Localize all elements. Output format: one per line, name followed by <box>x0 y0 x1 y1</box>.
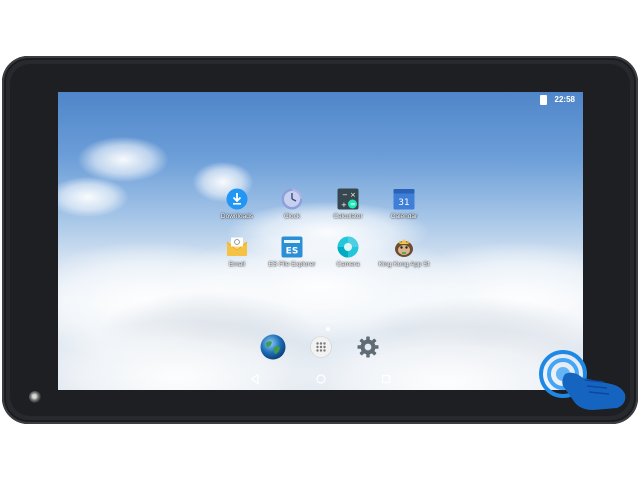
app-king-kong-app-store[interactable]: King Kong App St <box>373 236 435 268</box>
app-label: Downloads <box>220 213 254 220</box>
app-drawer-icon[interactable] <box>310 336 332 358</box>
status-time: 22:58 <box>554 95 575 104</box>
page-indicator <box>326 327 330 331</box>
clock-icon <box>281 188 303 210</box>
download-icon <box>226 188 248 210</box>
app-label: King Kong App St <box>378 261 430 268</box>
svg-text:ES: ES <box>286 247 299 257</box>
navigation-bar <box>58 368 583 390</box>
recents-icon[interactable] <box>379 372 393 386</box>
battery-icon <box>540 95 547 105</box>
es-file-explorer-icon: ES <box>281 236 303 258</box>
settings-gear-icon[interactable] <box>356 335 380 359</box>
home-screen[interactable]: 22:58 Downloads Clock − × + = Calculator… <box>58 92 583 390</box>
app-camera[interactable]: Camera <box>317 236 379 268</box>
calendar-icon: 31 <box>393 188 415 210</box>
browser-globe-icon[interactable] <box>260 334 286 360</box>
svg-text:+: + <box>341 201 347 209</box>
app-label: Clock <box>283 213 301 220</box>
app-label: Camera <box>336 261 360 268</box>
front-camera-icon <box>29 391 41 403</box>
app-label: ES File Explorer <box>268 261 316 268</box>
app-es-file-explorer[interactable]: ES ES File Explorer <box>261 236 323 268</box>
app-label: Email <box>228 261 246 268</box>
calendar-day: 31 <box>398 198 409 208</box>
app-calendar[interactable]: 31 Calendar <box>373 188 435 220</box>
camera-icon <box>337 236 359 258</box>
app-label: Calculator <box>333 213 363 220</box>
svg-text:×: × <box>350 191 356 199</box>
status-bar: 22:58 <box>58 92 583 108</box>
back-icon[interactable] <box>248 372 262 386</box>
app-downloads[interactable]: Downloads <box>206 188 268 220</box>
app-clock[interactable]: Clock <box>261 188 323 220</box>
app-label: Calendar <box>390 213 418 220</box>
svg-text:=: = <box>350 201 356 209</box>
app-email[interactable]: Email <box>206 236 268 268</box>
king-kong-app-store-icon <box>393 236 415 258</box>
touch-gesture-icon <box>533 350 629 412</box>
app-calculator[interactable]: − × + = Calculator <box>317 188 379 220</box>
home-icon[interactable] <box>314 372 328 386</box>
svg-text:−: − <box>342 191 348 199</box>
email-icon <box>226 236 248 258</box>
calculator-icon: − × + = <box>337 188 359 210</box>
